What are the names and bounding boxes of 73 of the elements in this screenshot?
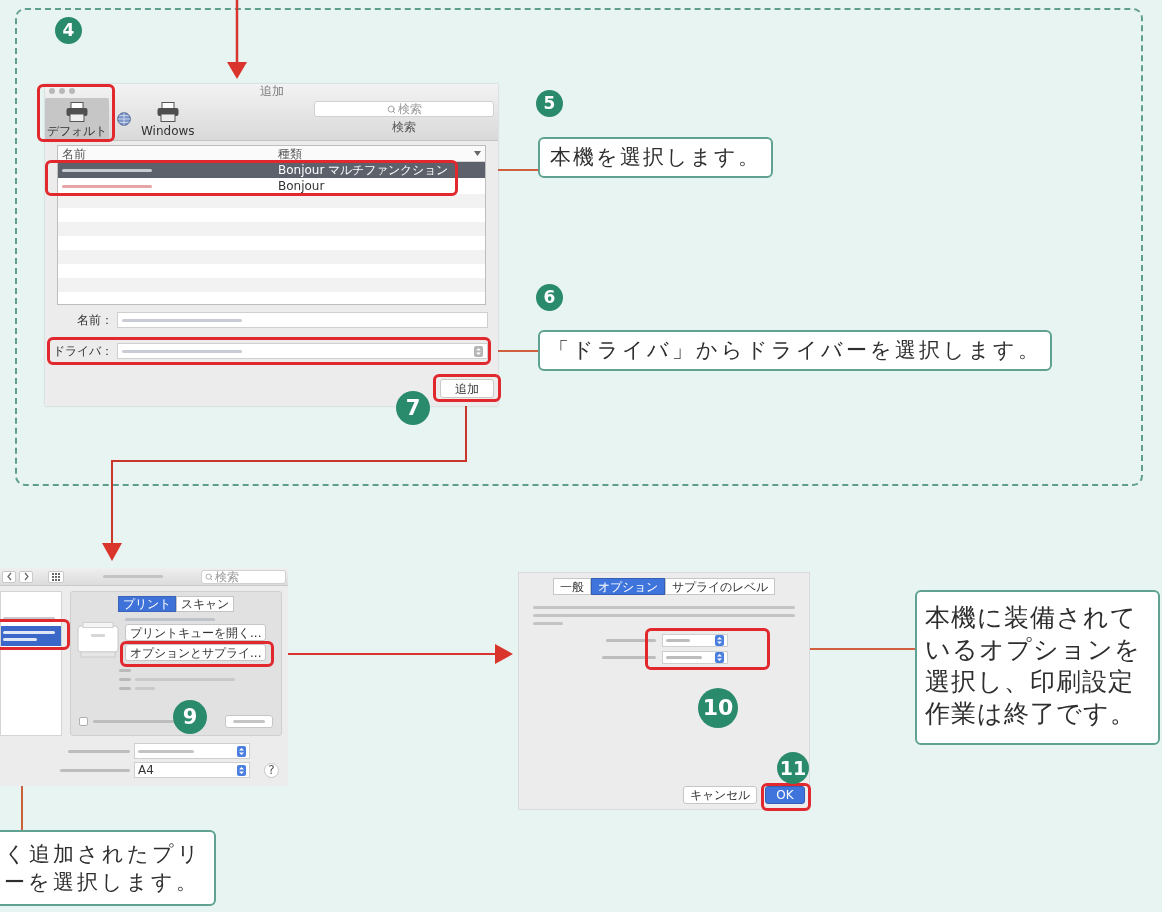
checkbox[interactable] <box>79 717 88 726</box>
window-title: 追加 <box>258 84 285 98</box>
blurred-text-bar <box>119 669 131 672</box>
paper-size-dropdown[interactable]: A4 <box>134 762 250 778</box>
blurred-text-bar <box>602 656 656 659</box>
blurred-text-bar <box>233 720 265 723</box>
blurred-text-bar <box>119 678 131 681</box>
blurred-text-bar <box>533 622 563 625</box>
highlight-frame <box>433 374 501 402</box>
popup-arrows-icon <box>237 764 246 776</box>
printer-list-item[interactable] <box>1 626 61 646</box>
ok-button[interactable]: OK <box>765 786 805 804</box>
step-number: 7 <box>396 391 430 425</box>
printer-icon <box>156 101 179 122</box>
tab[interactable]: サプライのレベル <box>665 578 775 595</box>
chevron-left-icon <box>5 572 13 581</box>
highlight-frame <box>0 619 70 650</box>
popup-arrows-icon <box>715 635 724 646</box>
blurred-text-bar <box>60 768 130 772</box>
help-button[interactable]: ? <box>264 762 279 778</box>
field-label: ドライバ： <box>52 345 114 357</box>
highlight-frame <box>761 783 811 811</box>
tab[interactable]: プリント <box>118 596 176 612</box>
field-label: 名前： <box>76 314 114 326</box>
callout-text: 本機に装備されて いるオプションを 選択し、印刷設定 作業は終了です。 <box>925 602 1142 730</box>
column-header[interactable]: 種類 <box>278 147 474 160</box>
dropdown-field[interactable] <box>117 343 488 359</box>
search-caption: 検索 <box>392 121 416 133</box>
blurred-text-bar <box>3 616 55 620</box>
blurred-text-bar <box>3 631 55 634</box>
callout-text: く追加されたプリ ーを選択します。 <box>4 841 203 896</box>
dropdown-field[interactable] <box>662 651 728 664</box>
panel-button[interactable]: オプションとサプライ... <box>125 644 267 661</box>
globe-icon <box>117 112 131 126</box>
blurred-text-bar <box>119 687 131 690</box>
popup-arrows-icon <box>715 652 724 663</box>
list-cell: Bonjour マルチファンクション <box>278 164 449 176</box>
step-number: 6 <box>536 284 563 311</box>
back-button[interactable] <box>2 570 16 583</box>
blurred-text-bar <box>3 638 37 641</box>
blurred-text-bar <box>68 749 130 753</box>
tab[interactable]: スキャン <box>176 596 234 612</box>
toolbar-item[interactable]: デフォルト <box>45 98 109 140</box>
grid-icon <box>52 572 60 581</box>
toolbar-item[interactable]: Windows <box>139 98 197 140</box>
tab[interactable]: 一般 <box>553 578 591 595</box>
blurred-text-bar <box>138 749 194 753</box>
add-button[interactable]: 追加 <box>440 379 494 398</box>
blurred-text-bar <box>666 639 690 642</box>
printer-icon <box>77 622 119 658</box>
dropdown-field[interactable] <box>134 743 250 759</box>
callout-text: 「ドライバ」からドライバーを選択します。 <box>548 340 1042 361</box>
cancel-button[interactable]: キャンセル <box>683 786 757 804</box>
grid-view-button[interactable] <box>48 570 64 583</box>
popup-arrows-icon <box>474 345 483 357</box>
text-field[interactable] <box>117 312 488 328</box>
panel-button[interactable]: プリントキューを開く... <box>125 624 267 641</box>
search-icon <box>205 572 213 581</box>
chevron-right-icon <box>22 572 30 581</box>
list-cell: Bonjour <box>278 180 325 192</box>
printer-icon <box>66 101 88 122</box>
dropdown-field[interactable] <box>662 634 728 647</box>
blurred-text-bar <box>606 639 656 642</box>
forward-button[interactable] <box>19 570 33 583</box>
tab[interactable]: オプション <box>591 578 665 595</box>
step-number: 5 <box>536 90 563 117</box>
popup-arrows-icon <box>237 745 246 757</box>
callout-text: 本機を選択します。 <box>550 147 761 168</box>
caret-icon <box>474 151 481 156</box>
blurred-text-bar <box>666 656 702 659</box>
search-icon <box>386 104 396 114</box>
step-number: 4 <box>55 17 82 44</box>
column-header[interactable]: 名前 <box>58 147 278 160</box>
